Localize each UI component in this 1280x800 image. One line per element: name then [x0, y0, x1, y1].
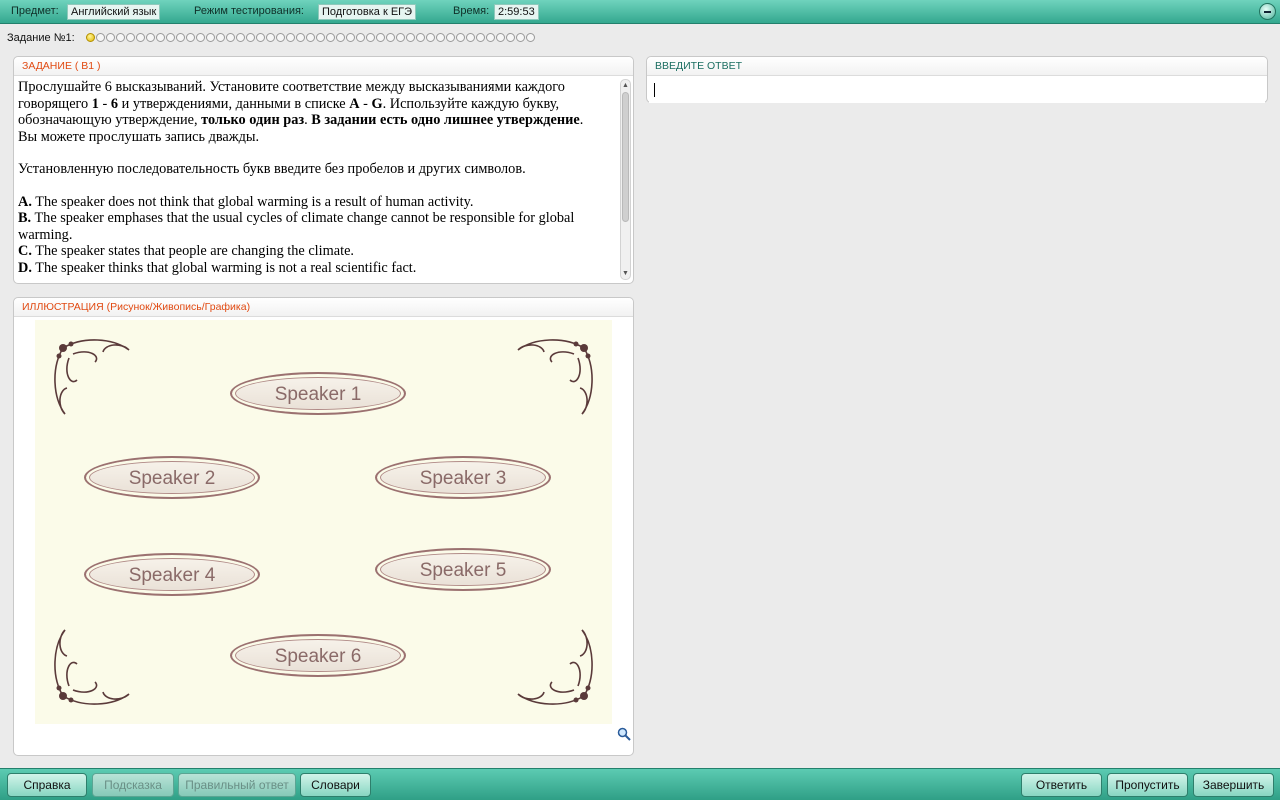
task-dot[interactable] [236, 33, 245, 42]
timer-value: 2:59:53 [494, 4, 539, 20]
task-dot[interactable] [436, 33, 445, 42]
task-dot[interactable] [446, 33, 455, 42]
task-dot[interactable] [226, 33, 235, 42]
ornament-top-right-icon [517, 339, 593, 415]
task-intro: Прослушайте 6 высказываний. Установите с… [18, 79, 584, 128]
task-dot[interactable] [386, 33, 395, 42]
task-dot[interactable] [316, 33, 325, 42]
task-dot[interactable] [86, 33, 95, 42]
task-dot[interactable] [426, 33, 435, 42]
task-dot[interactable] [176, 33, 185, 42]
speaker-4-label: Speaker 4 [84, 553, 260, 596]
task-dot[interactable] [356, 33, 365, 42]
speaker-1-label: Speaker 1 [230, 372, 406, 415]
task-dot[interactable] [496, 33, 505, 42]
answer-button[interactable]: Ответить [1021, 773, 1102, 797]
finish-button[interactable]: Завершить [1193, 773, 1274, 797]
task-dot[interactable] [136, 33, 145, 42]
speaker-5-label: Speaker 5 [375, 548, 551, 591]
minimize-icon[interactable] [1259, 3, 1276, 20]
task-panel: ЗАДАНИЕ ( В1 ) Прослушайте 6 высказывани… [13, 56, 634, 284]
scroll-thumb[interactable] [622, 92, 629, 222]
top-bar: Предмет: Английский язык Режим тестирова… [0, 0, 1280, 24]
help-button[interactable]: Справка [7, 773, 87, 797]
task-dot[interactable] [336, 33, 345, 42]
answer-panel: ВВЕДИТЕ ОТВЕТ [646, 56, 1268, 103]
task-dot[interactable] [266, 33, 275, 42]
task-dot[interactable] [216, 33, 225, 42]
task-progress-dots [86, 33, 536, 42]
task-dot[interactable] [146, 33, 155, 42]
task-listen-note: Вы можете прослушать запись дважды. [18, 128, 260, 145]
task-number-label: Задание №1: [7, 32, 75, 44]
ornament-top-left-icon [54, 339, 130, 415]
task-dot[interactable] [516, 33, 525, 42]
task-dot[interactable] [396, 33, 405, 42]
subject-label: Предмет: [11, 5, 59, 17]
task-dot[interactable] [306, 33, 315, 42]
task-dot[interactable] [96, 33, 105, 42]
task-dot[interactable] [376, 33, 385, 42]
hint-button[interactable]: Подсказка [92, 773, 174, 797]
option-b: B. The speaker emphases that the usual c… [18, 210, 575, 243]
time-label: Время: [453, 5, 490, 17]
task-scrollbar[interactable]: ▲ ▼ [620, 79, 631, 280]
speaker-3-label: Speaker 3 [375, 456, 551, 499]
task-dot[interactable] [366, 33, 375, 42]
correct-answer-button[interactable]: Правильный ответ [178, 773, 296, 797]
option-a: A. The speaker does not think that globa… [18, 193, 474, 210]
task-dot[interactable] [276, 33, 285, 42]
illustration-panel-title: ИЛЛЮСТРАЦИЯ (Рисунок/Живопись/Графика) [14, 298, 633, 317]
skip-button[interactable]: Пропустить [1107, 773, 1188, 797]
task-instruction: Установленную последовательность букв вв… [18, 161, 526, 177]
task-dot[interactable] [196, 33, 205, 42]
task-dot[interactable] [286, 33, 295, 42]
bottom-toolbar: Справка Подсказка Правильный ответ Слова… [0, 768, 1280, 800]
speaker-6-label: Speaker 6 [230, 634, 406, 677]
scroll-up-icon[interactable]: ▲ [622, 81, 629, 90]
task-dot[interactable] [156, 33, 165, 42]
mode-label: Режим тестирования: [194, 5, 304, 17]
ornament-bottom-right-icon [517, 629, 593, 705]
dictionaries-button[interactable]: Словари [300, 773, 371, 797]
task-dot[interactable] [346, 33, 355, 42]
task-dot[interactable] [296, 33, 305, 42]
task-dot[interactable] [416, 33, 425, 42]
scroll-down-icon[interactable]: ▼ [622, 269, 629, 278]
speaker-2-label: Speaker 2 [84, 456, 260, 499]
zoom-icon[interactable] [617, 727, 631, 741]
answer-input[interactable] [649, 78, 1265, 103]
task-dot[interactable] [506, 33, 515, 42]
speakers-illustration: Speaker 1 Speaker 2 Speaker 3 Speaker 4 … [35, 320, 612, 724]
task-dot[interactable] [116, 33, 125, 42]
task-dot[interactable] [486, 33, 495, 42]
subject-value: Английский язык [67, 4, 161, 20]
mode-value: Подготовка к ЕГЭ [318, 4, 417, 20]
task-dot[interactable] [186, 33, 195, 42]
answer-panel-title: ВВЕДИТЕ ОТВЕТ [647, 57, 1267, 76]
text-caret [654, 83, 655, 97]
task-dot[interactable] [256, 33, 265, 42]
task-text: Прослушайте 6 высказываний. Установите с… [16, 78, 617, 281]
task-dot[interactable] [166, 33, 175, 42]
task-dot[interactable] [206, 33, 215, 42]
option-d: D. The speaker thinks that global warmin… [18, 259, 417, 276]
task-panel-title: ЗАДАНИЕ ( В1 ) [14, 57, 633, 76]
task-dot[interactable] [526, 33, 535, 42]
option-c: C. The speaker states that people are ch… [18, 243, 354, 259]
task-dot[interactable] [476, 33, 485, 42]
task-dot[interactable] [106, 33, 115, 42]
task-dot[interactable] [456, 33, 465, 42]
task-dot[interactable] [406, 33, 415, 42]
task-dot[interactable] [326, 33, 335, 42]
task-dot[interactable] [466, 33, 475, 42]
ornament-bottom-left-icon [54, 629, 130, 705]
task-dot[interactable] [126, 33, 135, 42]
task-dot[interactable] [246, 33, 255, 42]
